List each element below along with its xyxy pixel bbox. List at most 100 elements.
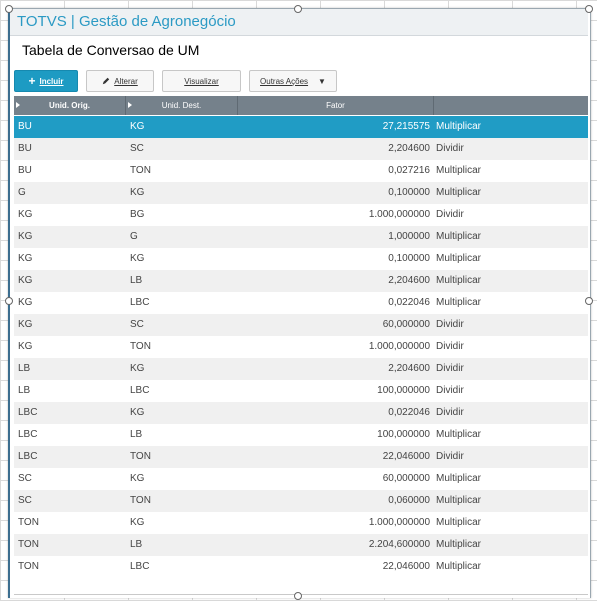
- unid-dest-cell: TON: [130, 165, 151, 176]
- unid-orig-cell: KG: [18, 275, 33, 286]
- column-header-fator[interactable]: Fator: [238, 96, 434, 115]
- visualizar-label: Visualizar: [184, 76, 219, 86]
- fator-cell: 0,027216: [388, 165, 430, 176]
- fator-cell: 1.000,000000: [368, 341, 430, 352]
- unid-dest-cell: TON: [130, 341, 151, 352]
- fator-cell: 2,204600: [388, 275, 430, 286]
- resize-handle[interactable]: [585, 297, 593, 305]
- fator-cell: 60,000000: [382, 319, 430, 330]
- outras-acoes-label: Outras Ações: [260, 76, 309, 86]
- operacao-cell: Dividir: [436, 319, 464, 330]
- table-row[interactable]: LB LBC 100,000000 Dividir: [14, 380, 588, 402]
- unid-dest-cell: BG: [130, 209, 145, 220]
- alterar-label: Alterar: [114, 76, 138, 86]
- unid-dest-cell: KG: [130, 407, 145, 418]
- unid-dest-cell: KG: [130, 253, 145, 264]
- operacao-cell: Multiplicar: [436, 429, 482, 440]
- table-row[interactable]: KG KG 0,100000 Multiplicar: [14, 248, 588, 270]
- outras-acoes-button[interactable]: Outras Ações ▼: [249, 70, 337, 92]
- operacao-cell: Multiplicar: [436, 495, 482, 506]
- unid-orig-cell: TON: [18, 539, 39, 550]
- table-row[interactable]: SC TON 0,060000 Multiplicar: [14, 490, 588, 512]
- unid-dest-cell: SC: [130, 143, 144, 154]
- table-row[interactable]: LBC TON 22,046000 Dividir: [14, 446, 588, 468]
- fator-cell: 2.204,600000: [368, 539, 430, 550]
- unid-orig-cell: KG: [18, 297, 33, 308]
- unid-dest-cell: KG: [130, 121, 145, 132]
- operacao-cell: Multiplicar: [436, 165, 482, 176]
- unid-dest-cell: TON: [130, 495, 151, 506]
- unid-orig-cell: KG: [18, 231, 33, 242]
- table-row[interactable]: BU TON 0,027216 Multiplicar: [14, 160, 588, 182]
- page-title: Tabela de Conversao de UM: [22, 42, 200, 58]
- resize-handle[interactable]: [294, 5, 302, 13]
- table-row[interactable]: LB KG 2,204600 Dividir: [14, 358, 588, 380]
- table-row[interactable]: SC KG 60,000000 Multiplicar: [14, 468, 588, 490]
- resize-handle[interactable]: [5, 5, 13, 13]
- unid-dest-cell: SC: [130, 319, 144, 330]
- unid-dest-cell: LBC: [130, 561, 150, 572]
- table-row[interactable]: KG TON 1.000,000000 Dividir: [14, 336, 588, 358]
- fator-cell: 27,215575: [382, 121, 430, 132]
- pencil-icon: [103, 77, 110, 85]
- fator-cell: 0,100000: [388, 187, 430, 198]
- visualizar-button[interactable]: Visualizar: [162, 70, 241, 92]
- unid-orig-cell: KG: [18, 341, 33, 352]
- unid-dest-cell: KG: [130, 187, 145, 198]
- unid-orig-cell: TON: [18, 561, 39, 572]
- fator-cell: 0,022046: [388, 407, 430, 418]
- unid-orig-cell: BU: [18, 121, 32, 132]
- alterar-button[interactable]: Alterar: [86, 70, 154, 92]
- row-marker-icon: [16, 102, 20, 108]
- unid-dest-cell: TON: [130, 451, 151, 462]
- unid-orig-cell: BU: [18, 143, 32, 154]
- fator-cell: 1.000,000000: [368, 517, 430, 528]
- column-label: Unid. Dest.: [161, 101, 202, 110]
- unid-orig-cell: KG: [18, 253, 33, 264]
- column-label: Unid. Orig.: [49, 101, 90, 110]
- operacao-cell: Dividir: [436, 385, 464, 396]
- app-window: TOTVS | Gestão de Agronegócio Tabela de …: [8, 8, 591, 598]
- table-row[interactable]: BU KG 27,215575 Multiplicar: [14, 116, 588, 138]
- table-row[interactable]: LBC LB 100,000000 Multiplicar: [14, 424, 588, 446]
- table-row[interactable]: TON KG 1.000,000000 Multiplicar: [14, 512, 588, 534]
- fator-cell: 100,000000: [377, 429, 430, 440]
- column-header-unid-dest[interactable]: Unid. Dest.: [126, 96, 238, 115]
- fator-cell: 1.000,000000: [368, 209, 430, 220]
- resize-handle[interactable]: [294, 592, 302, 600]
- operacao-cell: Dividir: [436, 143, 464, 154]
- unid-dest-cell: KG: [130, 473, 145, 484]
- operacao-cell: Multiplicar: [436, 231, 482, 242]
- fator-cell: 100,000000: [377, 385, 430, 396]
- unid-orig-cell: LBC: [18, 429, 38, 440]
- table-row[interactable]: KG LBC 0,022046 Multiplicar: [14, 292, 588, 314]
- fator-cell: 22,046000: [382, 561, 430, 572]
- table-row[interactable]: KG SC 60,000000 Dividir: [14, 314, 588, 336]
- table-row[interactable]: KG BG 1.000,000000 Dividir: [14, 204, 588, 226]
- table-row[interactable]: LBC KG 0,022046 Dividir: [14, 402, 588, 424]
- incluir-button[interactable]: + Incluir: [14, 70, 78, 92]
- plus-icon: +: [28, 74, 36, 88]
- incluir-label: Incluir: [39, 76, 64, 86]
- table-row[interactable]: TON LBC 22,046000 Multiplicar: [14, 556, 588, 578]
- operacao-cell: Multiplicar: [436, 187, 482, 198]
- table-row[interactable]: KG LB 2,204600 Multiplicar: [14, 270, 588, 292]
- app-title: TOTVS | Gestão de Agronegócio: [17, 13, 236, 30]
- table-row[interactable]: BU SC 2,204600 Dividir: [14, 138, 588, 160]
- column-header-unid-orig[interactable]: Unid. Orig.: [14, 96, 126, 115]
- table-row[interactable]: TON LB 2.204,600000 Multiplicar: [14, 534, 588, 556]
- title-bar: TOTVS | Gestão de Agronegócio: [10, 9, 588, 36]
- operacao-cell: Multiplicar: [436, 473, 482, 484]
- table-row[interactable]: G KG 0,100000 Multiplicar: [14, 182, 588, 204]
- operacao-cell: Multiplicar: [436, 253, 482, 264]
- operacao-cell: Multiplicar: [436, 275, 482, 286]
- unid-orig-cell: SC: [18, 495, 32, 506]
- unid-dest-cell: LBC: [130, 297, 150, 308]
- operacao-cell: Multiplicar: [436, 517, 482, 528]
- fator-cell: 0,022046: [388, 297, 430, 308]
- table-row[interactable]: KG G 1,000000 Multiplicar: [14, 226, 588, 248]
- resize-handle[interactable]: [585, 5, 593, 13]
- unid-dest-cell: LB: [130, 429, 143, 440]
- resize-handle[interactable]: [5, 297, 13, 305]
- fator-cell: 2,204600: [388, 363, 430, 374]
